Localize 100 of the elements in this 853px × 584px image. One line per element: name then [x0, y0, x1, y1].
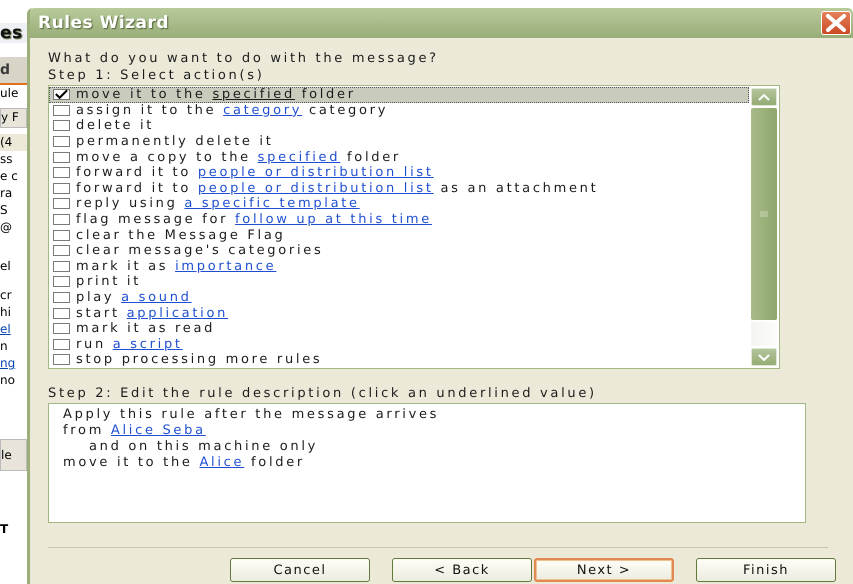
action-text: forward it to people or distribution list — [76, 166, 434, 180]
link[interactable]: people or distribution list — [198, 180, 434, 196]
action-text: move a copy to the specified folder — [76, 150, 401, 164]
action-row[interactable]: clear message's categories — [49, 242, 749, 259]
description-line: and on this machine only — [88, 439, 320, 455]
action-row[interactable]: print it — [49, 274, 749, 290]
text: e c — [0, 168, 19, 185]
action-row[interactable]: clear the Message Flag — [49, 227, 749, 243]
text: S — [0, 202, 9, 219]
action-row[interactable]: assign it to the category category — [49, 102, 749, 118]
checkbox[interactable] — [53, 308, 70, 319]
dialog-button[interactable]: Next > — [534, 558, 674, 582]
checkbox[interactable] — [53, 323, 70, 334]
link[interactable]: specified — [258, 150, 340, 165]
action-text: permanently delete it — [76, 135, 274, 148]
action-text: clear the Message Flag — [76, 228, 286, 242]
question-text: What do you want to do with the message? — [48, 50, 440, 67]
checkbox[interactable] — [53, 292, 70, 304]
action-text: reply using a specific template — [76, 197, 360, 210]
text: cr — [0, 287, 13, 304]
action-row[interactable]: mark it as importance — [49, 258, 749, 274]
tab[interactable]: d — [0, 57, 27, 85]
dialog-button[interactable]: Finish — [696, 558, 836, 582]
action-row[interactable]: move a copy to the specified folder — [49, 149, 749, 165]
link[interactable]: specified — [212, 87, 295, 102]
grip-icon — [760, 211, 768, 217]
action-text: mark it as importance — [76, 260, 276, 273]
action-row[interactable]: play a sound — [49, 290, 749, 306]
text: hi — [0, 304, 12, 321]
action-text: forward it to people or distribution list as an attachment — [76, 182, 598, 195]
checkbox[interactable] — [53, 214, 70, 226]
checkbox[interactable] — [53, 245, 70, 256]
action-text: play a sound — [76, 291, 192, 304]
link[interactable]: a script — [112, 336, 183, 352]
checkbox[interactable] — [53, 276, 70, 288]
checkbox[interactable] — [53, 182, 70, 194]
button[interactable]: y F — [0, 108, 27, 128]
link[interactable]: application — [126, 306, 228, 321]
link[interactable]: importance — [175, 258, 276, 274]
close-button[interactable] — [821, 11, 851, 35]
text: ra — [0, 185, 14, 202]
scrollbar[interactable] — [749, 86, 779, 368]
checkbox[interactable] — [53, 198, 70, 210]
description-line: from Alice Seba — [63, 423, 207, 439]
link[interactable]: follow up at this time — [235, 212, 432, 228]
link[interactable]: ng — [0, 355, 27, 372]
action-row[interactable]: delete it — [49, 118, 749, 134]
checkbox[interactable] — [53, 152, 70, 163]
scroll-thumb[interactable] — [751, 108, 777, 320]
action-text: delete it — [76, 119, 154, 132]
checkbox[interactable] — [53, 136, 70, 148]
dialog-button[interactable]: < Back — [392, 558, 532, 582]
link[interactable]: Alice Seba — [110, 423, 206, 438]
chevron-down-icon — [758, 354, 770, 360]
text: @ — [0, 219, 13, 236]
button[interactable]: le — [0, 439, 27, 471]
action-row[interactable]: forward it to people or distribution list — [49, 164, 749, 181]
action-row[interactable]: flag message for follow up at this time — [49, 212, 749, 228]
checkbox[interactable] — [53, 104, 70, 116]
action-row[interactable]: move it to the specified folder — [49, 87, 749, 103]
action-text: start application — [76, 306, 228, 320]
action-text: clear message's categories — [76, 244, 324, 258]
text: no — [0, 372, 16, 389]
checkbox[interactable] — [53, 230, 70, 241]
link[interactable]: el — [0, 321, 27, 338]
dialog-button[interactable]: Cancel — [230, 558, 370, 582]
window-title: Rules Wizard — [38, 13, 170, 33]
column-header: (4 — [0, 134, 27, 151]
link[interactable]: category — [223, 102, 302, 118]
action-text: move it to the specified folder — [76, 88, 356, 102]
link[interactable]: a sound — [121, 290, 192, 306]
action-row[interactable]: stop processing more rules — [49, 352, 749, 368]
checkbox[interactable] — [53, 120, 70, 132]
close-icon — [825, 14, 847, 32]
checkbox[interactable] — [53, 260, 70, 272]
chevron-up-icon — [758, 94, 770, 100]
action-row[interactable]: permanently delete it — [49, 134, 749, 150]
checkbox[interactable] — [53, 89, 70, 100]
scroll-up-button[interactable] — [751, 88, 777, 106]
scroll-down-button[interactable] — [751, 348, 777, 366]
step-label: Step 2: Edit the rule description (click an underlined value) — [48, 385, 598, 402]
action-text: stop processing more rules — [76, 353, 322, 366]
description-line: move it to the Alice folder — [63, 455, 306, 471]
action-row[interactable]: forward it to people or distribution list as an attachment — [49, 180, 749, 196]
action-text: print it — [76, 275, 141, 288]
text: T — [0, 521, 10, 538]
action-text: flag message for follow up at this time — [76, 213, 432, 226]
text: el — [0, 258, 12, 275]
action-row[interactable]: run a script — [49, 336, 749, 352]
checkbox[interactable] — [53, 354, 70, 366]
checkbox[interactable] — [53, 167, 70, 178]
action-row[interactable]: start application — [49, 305, 749, 321]
description-line: Apply this rule after the message arrives — [63, 407, 440, 423]
link[interactable]: a specific template — [184, 196, 360, 212]
link[interactable]: Alice — [199, 455, 244, 470]
checkbox[interactable] — [53, 338, 70, 350]
action-row[interactable]: reply using a specific template — [49, 196, 749, 212]
action-row[interactable]: mark it as read — [49, 320, 749, 336]
link[interactable]: people or distribution list — [198, 165, 434, 180]
text: ule — [0, 85, 20, 102]
